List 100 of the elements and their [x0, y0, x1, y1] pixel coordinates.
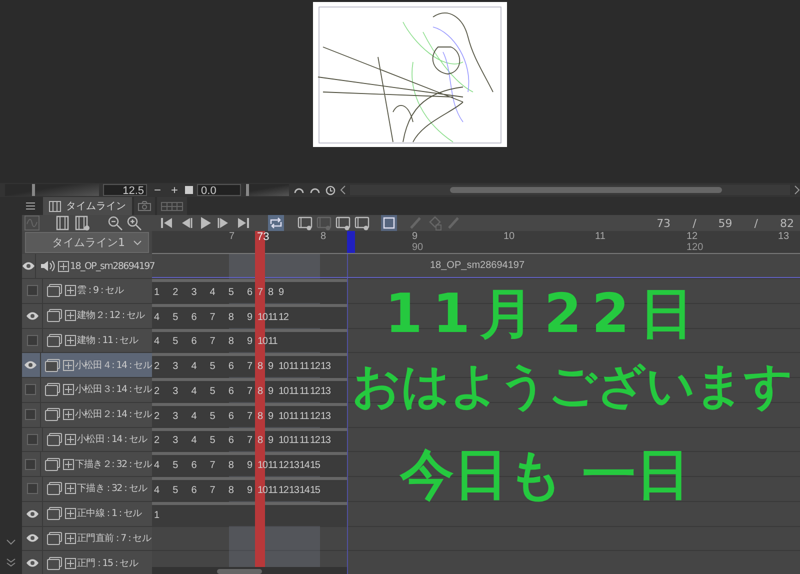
cel-number: 9	[246, 484, 253, 496]
expand-icon[interactable]	[65, 285, 76, 296]
zoom-in-icon[interactable]	[126, 215, 142, 231]
reset-rotation-icon[interactable]	[325, 184, 336, 196]
skip-start-icon[interactable]	[159, 215, 175, 231]
layer-row[interactable]: 小松田４: 14 : セル	[22, 353, 152, 377]
zoom-out-icon[interactable]	[107, 215, 123, 231]
expand-icon[interactable]	[65, 558, 76, 569]
expand-icon[interactable]	[62, 458, 74, 470]
cel-unlink-icon[interactable]	[354, 215, 370, 231]
cel-number: 6	[190, 460, 198, 472]
ruler-label: 10	[504, 231, 515, 242]
visibility-checkbox[interactable]	[26, 434, 38, 445]
double-chevron-down-icon[interactable]	[6, 558, 16, 568]
angle-field[interactable]: 0.0	[197, 184, 242, 196]
loop-icon[interactable]	[268, 215, 284, 231]
eye-icon[interactable]	[26, 559, 38, 568]
eye-icon[interactable]	[26, 312, 38, 320]
zoom-in-button[interactable]: +	[168, 184, 182, 196]
cel-number: 13	[288, 460, 298, 472]
eye-icon[interactable]	[26, 510, 38, 518]
cel-number: 6	[190, 312, 198, 323]
cel-add-icon[interactable]	[297, 215, 313, 231]
zoom-out-button[interactable]: −	[151, 184, 164, 196]
menu-icon[interactable]	[26, 202, 35, 210]
ruler-frame-label: 120	[686, 242, 704, 253]
expand-icon[interactable]	[65, 508, 76, 520]
layer-row[interactable]: 小松田２: 14 : セル	[22, 402, 152, 426]
chevron-down-icon[interactable]	[6, 539, 16, 546]
horizontal-scrollbar[interactable]	[350, 185, 790, 195]
expand-icon[interactable]	[65, 434, 76, 445]
skip-end-icon[interactable]	[235, 215, 251, 231]
cel-number: 5	[208, 435, 216, 446]
expand-icon[interactable]	[65, 310, 76, 322]
cel-number: 6	[227, 410, 234, 422]
expand-icon[interactable]	[62, 384, 74, 396]
frames-icon[interactable]	[55, 215, 71, 231]
cel-number: 2	[153, 361, 160, 372]
frames-add-icon[interactable]	[74, 215, 90, 231]
layer-name: 雲 : 9 : セル	[77, 284, 124, 298]
layer-row[interactable]: 小松田３: 14 : セル	[22, 378, 152, 402]
rotation-slider[interactable]	[245, 184, 290, 196]
folder-icon	[44, 383, 60, 396]
cel-link-icon[interactable]	[335, 215, 351, 231]
cel-number: 11	[298, 410, 308, 422]
expand-icon[interactable]	[62, 409, 74, 420]
cel-number: 7	[208, 336, 216, 348]
scroll-right-icon[interactable]	[794, 185, 800, 195]
visibility-checkbox[interactable]	[26, 334, 38, 346]
cel-number: 6	[190, 336, 198, 348]
expand-icon[interactable]	[62, 360, 74, 371]
speaker-icon	[40, 260, 55, 272]
timeline-tab[interactable]: タイムライン	[43, 197, 132, 215]
onion-icon[interactable]	[381, 215, 397, 231]
fit-icon[interactable]	[185, 186, 194, 194]
scroll-left-icon[interactable]	[340, 185, 346, 195]
layer-row[interactable]: 建物 : 11 : セル	[22, 328, 152, 352]
visibility-checkbox[interactable]	[25, 458, 36, 470]
cel-number: 2	[153, 435, 160, 446]
cel-number: 8	[256, 361, 264, 372]
cel-number: 12	[309, 435, 318, 446]
folder-icon	[44, 408, 60, 422]
eye-icon[interactable]	[24, 361, 38, 370]
cel-number: 5	[172, 336, 179, 348]
layer-row[interactable]: 建物２: 12 : セル	[22, 304, 152, 328]
layer-row[interactable]: 正門 : 15 : セル	[22, 551, 152, 574]
eye-icon[interactable]	[22, 262, 35, 270]
visibility-checkbox[interactable]	[25, 409, 36, 420]
caret-icon[interactable]	[133, 240, 142, 246]
visibility-checkbox[interactable]	[26, 483, 38, 494]
cel-number: 1	[153, 286, 160, 298]
cel-number: 11	[288, 386, 298, 397]
camera-tab[interactable]	[134, 197, 155, 215]
layer-row[interactable]: 下描き : 32 : セル	[22, 477, 152, 501]
expand-icon[interactable]	[58, 260, 69, 272]
zoom-slider[interactable]	[5, 184, 99, 196]
layer-name: 小松田 : 14 : セル	[77, 432, 148, 446]
timeline-dropdown[interactable]: タイムライン1	[25, 232, 149, 253]
track-name[interactable]: 18_OP_sm28694197	[70, 260, 155, 272]
cel-number: 7	[246, 361, 253, 372]
cel-number: 4	[153, 336, 160, 348]
cel-number: 4	[153, 484, 160, 496]
expand-icon[interactable]	[65, 334, 76, 346]
layer-row[interactable]: 正中線 : 1 : セル	[22, 502, 152, 526]
layer-row[interactable]: 正門直前 : 7 : セル	[22, 526, 152, 550]
zoom-field[interactable]: 12.5	[103, 184, 147, 196]
layer-row[interactable]: 雲 : 9 : セル	[22, 279, 152, 303]
eye-icon[interactable]	[26, 534, 38, 542]
expand-icon[interactable]	[65, 532, 76, 544]
expand-icon[interactable]	[65, 483, 76, 494]
scrollbar-track[interactable]	[152, 567, 347, 574]
layer-row[interactable]: 小松田 : 14 : セル	[22, 428, 152, 452]
cel-number: 8	[256, 386, 264, 397]
cel-number: 11	[267, 460, 276, 472]
cel-number: 5	[208, 410, 216, 422]
visibility-checkbox[interactable]	[25, 384, 36, 396]
layer-row[interactable]: 下描き２: 32 : セル	[22, 452, 152, 476]
visibility-checkbox[interactable]	[26, 285, 38, 296]
cel-number: 9	[266, 410, 274, 422]
timeline-scroll-thumb[interactable]	[217, 569, 262, 574]
